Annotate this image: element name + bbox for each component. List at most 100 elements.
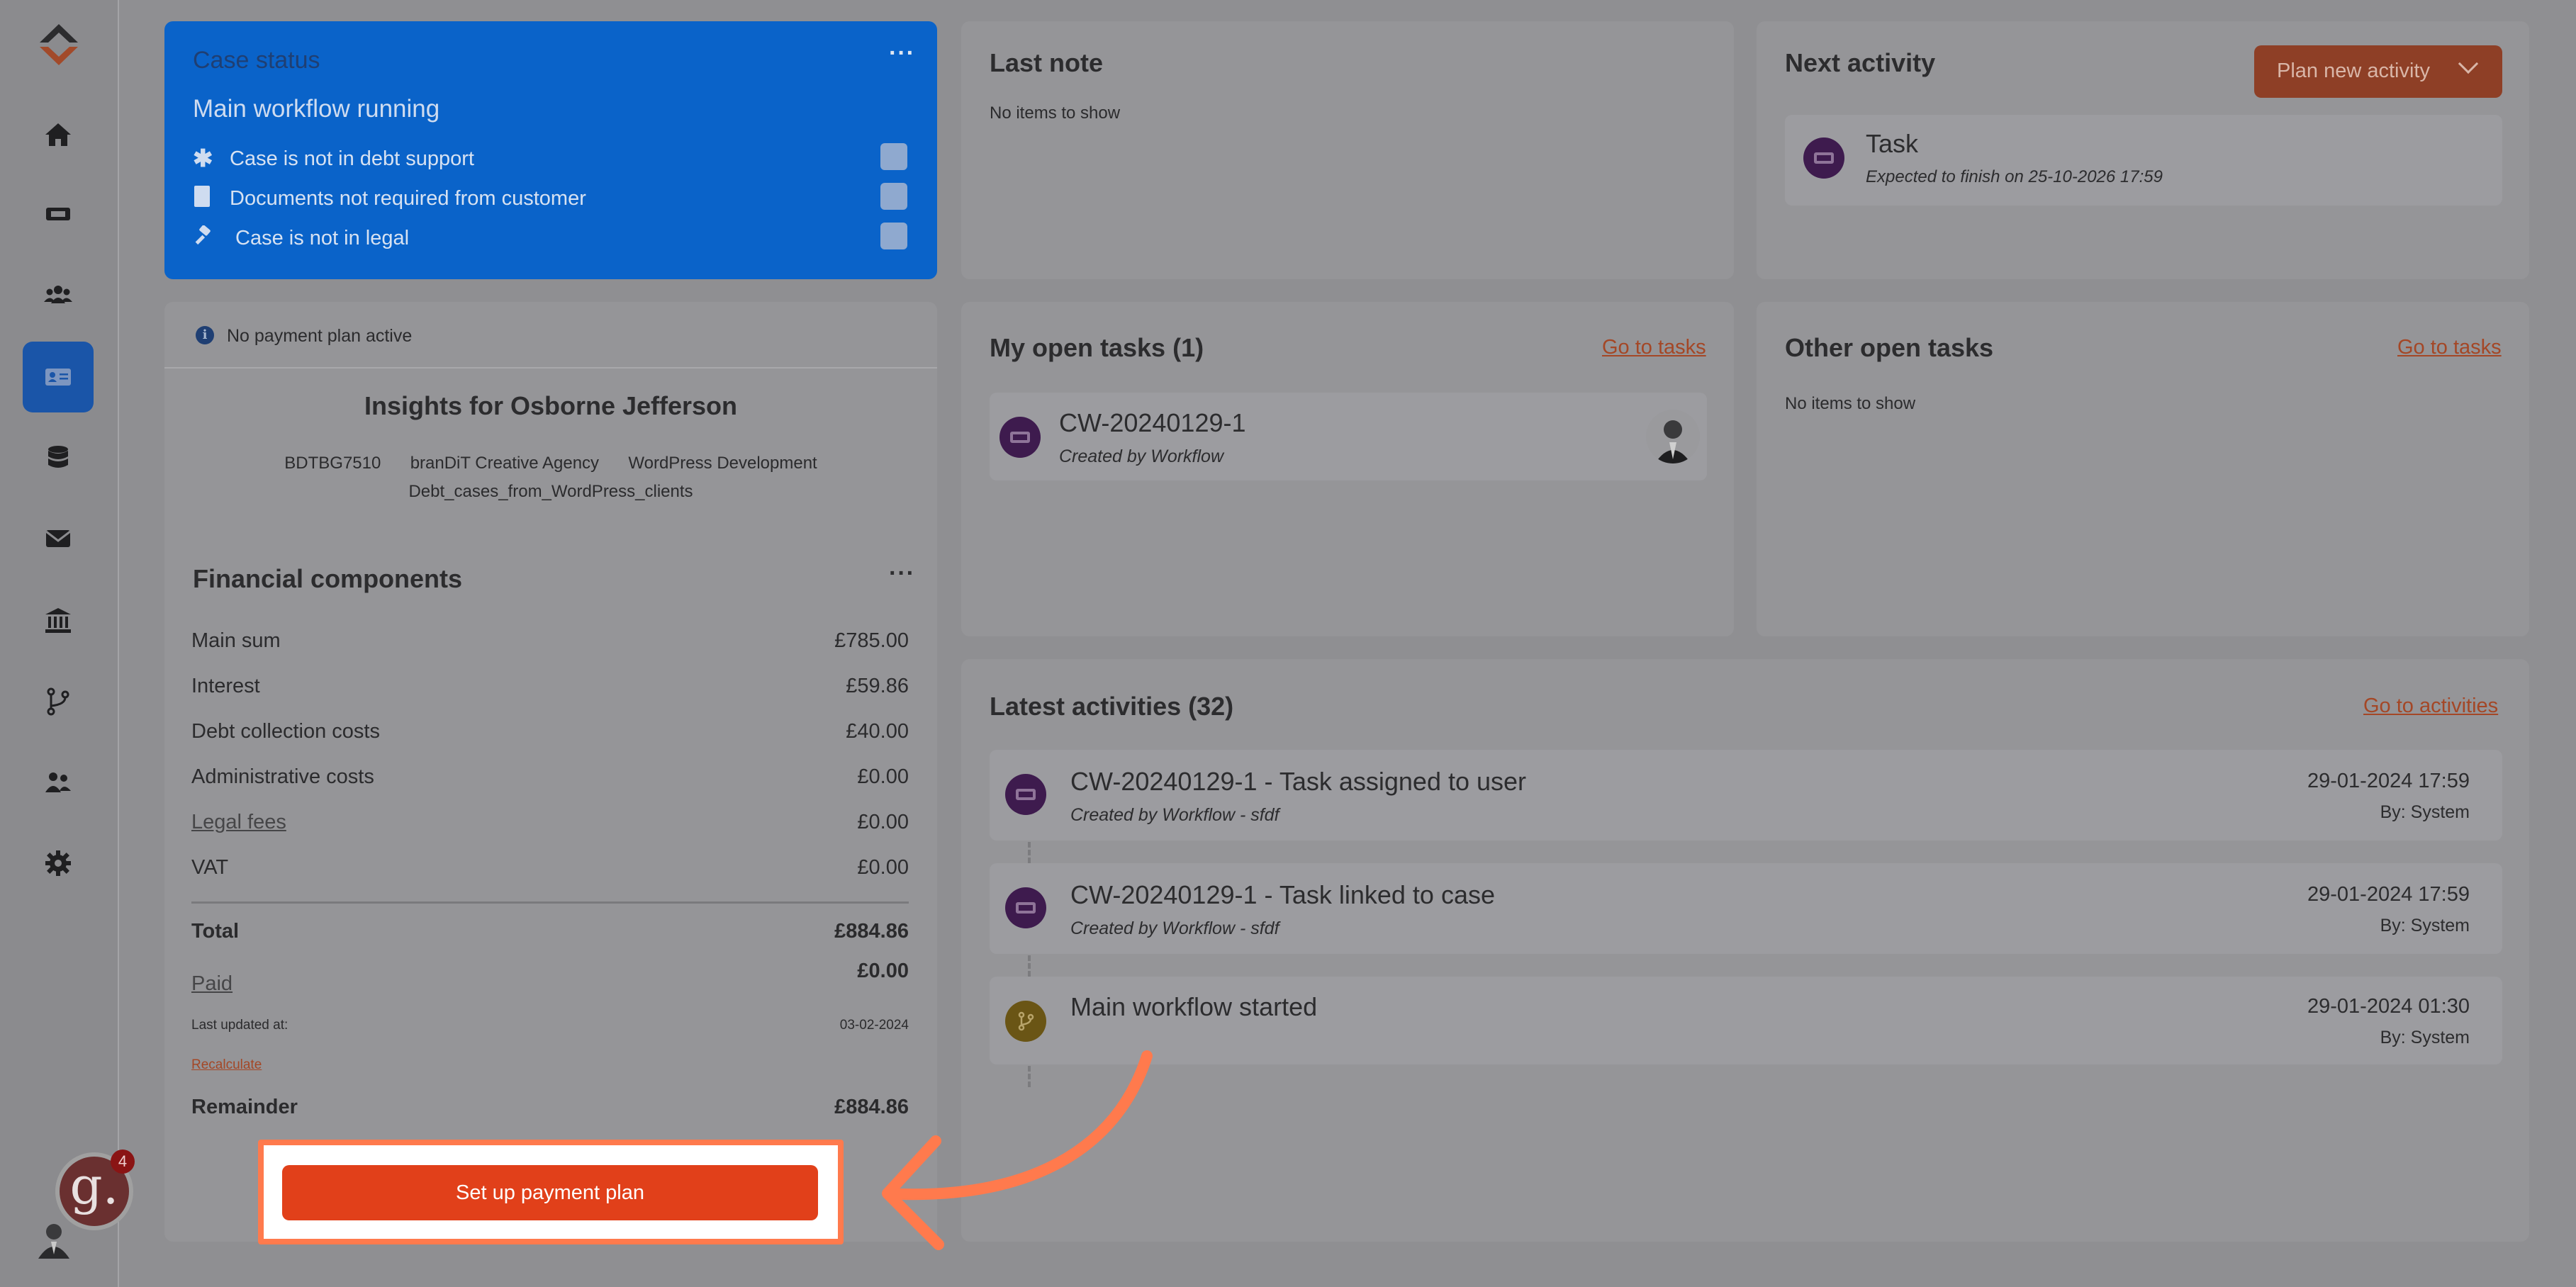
financial-row-value: £59.86 xyxy=(846,675,909,697)
remainder-label: Remainder xyxy=(191,1096,298,1118)
bank-icon[interactable] xyxy=(23,585,94,656)
next-activity-task-sub: Expected to finish on 25-10-2026 17:59 xyxy=(1866,167,2163,186)
total-label: Total xyxy=(191,920,240,943)
timeline-connector xyxy=(1028,842,1031,863)
financial-row-label: VAT xyxy=(191,856,229,879)
financial-row-label: Interest xyxy=(191,675,260,697)
app-logo[interactable] xyxy=(34,21,84,68)
recalculate-link[interactable]: Recalculate xyxy=(191,1057,262,1073)
assignee-avatar xyxy=(1646,410,1700,463)
tag-project: WordPress Development xyxy=(628,454,817,473)
go-to-activities-link[interactable]: Go to activities xyxy=(2363,695,2498,718)
case-status-menu-button[interactable]: ··· xyxy=(889,40,915,67)
activity-title: CW-20240129-1 - Task linked to case xyxy=(1070,880,1495,909)
notification-count: 4 xyxy=(118,1152,128,1170)
activity-item[interactable]: Main workflow started 29-01-2024 01:30 B… xyxy=(990,977,2502,1064)
tag-case-id: BDTBG7510 xyxy=(284,454,381,473)
activity-by: By: System xyxy=(2380,916,2470,935)
remainder-row: Remainder £884.86 xyxy=(191,1096,909,1119)
updated-value: 03-02-2024 xyxy=(839,1018,909,1033)
activity-title: Main workflow started xyxy=(1070,992,1318,1021)
activity-by: By: System xyxy=(2380,1028,2470,1047)
set-up-payment-plan-button[interactable]: Set up payment plan xyxy=(282,1165,818,1220)
go-to-tasks-link[interactable]: Go to tasks xyxy=(2397,336,2502,359)
case-status-item-label: Documents not required from customer xyxy=(230,187,586,210)
payment-plan-notice: No payment plan active xyxy=(227,326,413,346)
other-open-tasks-card: Other open tasks Go to tasks No items to… xyxy=(1757,302,2529,636)
user-group-icon[interactable] xyxy=(23,747,94,818)
financial-row-label: Administrative costs xyxy=(191,765,374,788)
activity-date: 29-01-2024 17:59 xyxy=(2307,770,2470,792)
legal-fees-link[interactable]: Legal fees xyxy=(191,811,286,833)
financial-row-value: £785.00 xyxy=(834,629,909,652)
case-status-card: Case status ··· Main workflow running ✱ … xyxy=(164,21,937,279)
latest-activities-card: Latest activities (32) Go to activities … xyxy=(961,659,2529,1242)
case-status-item-label: Case is not in debt support xyxy=(230,147,474,170)
financial-row-label: Main sum xyxy=(191,629,281,652)
financial-row-label: Debt collection costs xyxy=(191,720,380,743)
case-status-checkbox[interactable] xyxy=(880,223,907,249)
user-avatar[interactable] xyxy=(35,1219,72,1259)
gear-icon[interactable] xyxy=(23,828,94,899)
financial-row: Debt collection costs £40.00 xyxy=(191,720,909,743)
financial-menu-button[interactable]: ··· xyxy=(889,560,915,588)
financial-divider xyxy=(191,901,909,904)
plan-new-activity-label: Plan new activity xyxy=(2277,60,2430,82)
tag-client: branDiT Creative Agency xyxy=(410,454,600,473)
chevron-down-icon xyxy=(2458,53,2479,74)
task-icon xyxy=(1803,137,1844,179)
financial-row-value: £40.00 xyxy=(846,720,909,743)
mail-icon[interactable] xyxy=(23,503,94,574)
plan-new-activity-button[interactable]: Plan new activity xyxy=(2254,45,2502,98)
case-status-item-label: Case is not in legal xyxy=(235,227,410,249)
my-open-tasks-title: My open tasks (1) xyxy=(990,333,1204,362)
case-status-subtitle: Main workflow running xyxy=(193,95,440,123)
timeline-connector xyxy=(1028,955,1031,977)
database-icon[interactable] xyxy=(23,422,94,493)
other-open-tasks-title: Other open tasks xyxy=(1785,333,1994,362)
insights-title: Insights for Osborne Jefferson xyxy=(364,391,738,420)
task-icon xyxy=(1005,774,1046,815)
other-open-tasks-empty: No items to show xyxy=(1785,394,1916,413)
financial-row-value: £0.00 xyxy=(857,765,909,788)
gavel-icon xyxy=(193,225,215,248)
financial-row: Administrative costs £0.00 xyxy=(191,765,909,789)
sidebar: g. 4 xyxy=(0,0,135,1287)
next-activity-task[interactable]: Task Expected to finish on 25-10-2026 17… xyxy=(1785,115,2502,206)
set-up-payment-plan-label: Set up payment plan xyxy=(455,1181,644,1204)
users-icon[interactable] xyxy=(23,259,94,330)
notice-divider xyxy=(164,367,937,369)
paid-link[interactable]: Paid xyxy=(191,972,233,996)
case-status-checkbox[interactable] xyxy=(880,183,907,210)
info-icon: i xyxy=(196,326,214,344)
ticket-icon[interactable] xyxy=(23,179,94,249)
financial-title: Financial components xyxy=(193,564,463,593)
go-to-tasks-link[interactable]: Go to tasks xyxy=(1602,336,1706,359)
last-note-card: Last note No items to show xyxy=(961,21,1734,279)
activity-item[interactable]: CW-20240129-1 - Task linked to case Crea… xyxy=(990,863,2502,954)
insights-tags: BDTBG7510 branDiT Creative Agency WordPr… xyxy=(250,449,852,506)
tag-collection: Debt_cases_from_WordPress_clients xyxy=(408,482,693,501)
case-status-title: Case status xyxy=(193,47,320,74)
paid-value: £0.00 xyxy=(857,960,909,982)
financial-row: Main sum £785.00 xyxy=(191,629,909,653)
activity-sub: Created by Workflow - sfdf xyxy=(1070,918,1279,938)
case-status-checkbox[interactable] xyxy=(880,143,907,170)
task-list-item[interactable]: CW-20240129-1 Created by Workflow xyxy=(990,393,1707,480)
total-row: Total £884.86 xyxy=(191,920,909,943)
next-activity-title: Next activity xyxy=(1785,48,1936,77)
financial-row-value: £0.00 xyxy=(857,811,909,833)
notification-badge: 4 xyxy=(111,1150,135,1174)
last-note-title: Last note xyxy=(990,48,1104,77)
activity-sub: Created by Workflow - sfdf xyxy=(1070,805,1279,825)
activity-date: 29-01-2024 01:30 xyxy=(2307,995,2470,1018)
home-icon[interactable] xyxy=(23,99,94,170)
task-created-by: Created by Workflow xyxy=(1059,446,1224,466)
tutorial-arrow xyxy=(882,1050,1153,1250)
asterisk-icon: ✱ xyxy=(193,145,213,172)
activity-item[interactable]: CW-20240129-1 - Task assigned to user Cr… xyxy=(990,750,2502,841)
last-note-empty: No items to show xyxy=(990,103,1121,123)
id-card-icon[interactable] xyxy=(23,342,94,412)
financial-row: Legal fees £0.00 xyxy=(191,811,909,834)
branch-icon[interactable] xyxy=(23,666,94,737)
